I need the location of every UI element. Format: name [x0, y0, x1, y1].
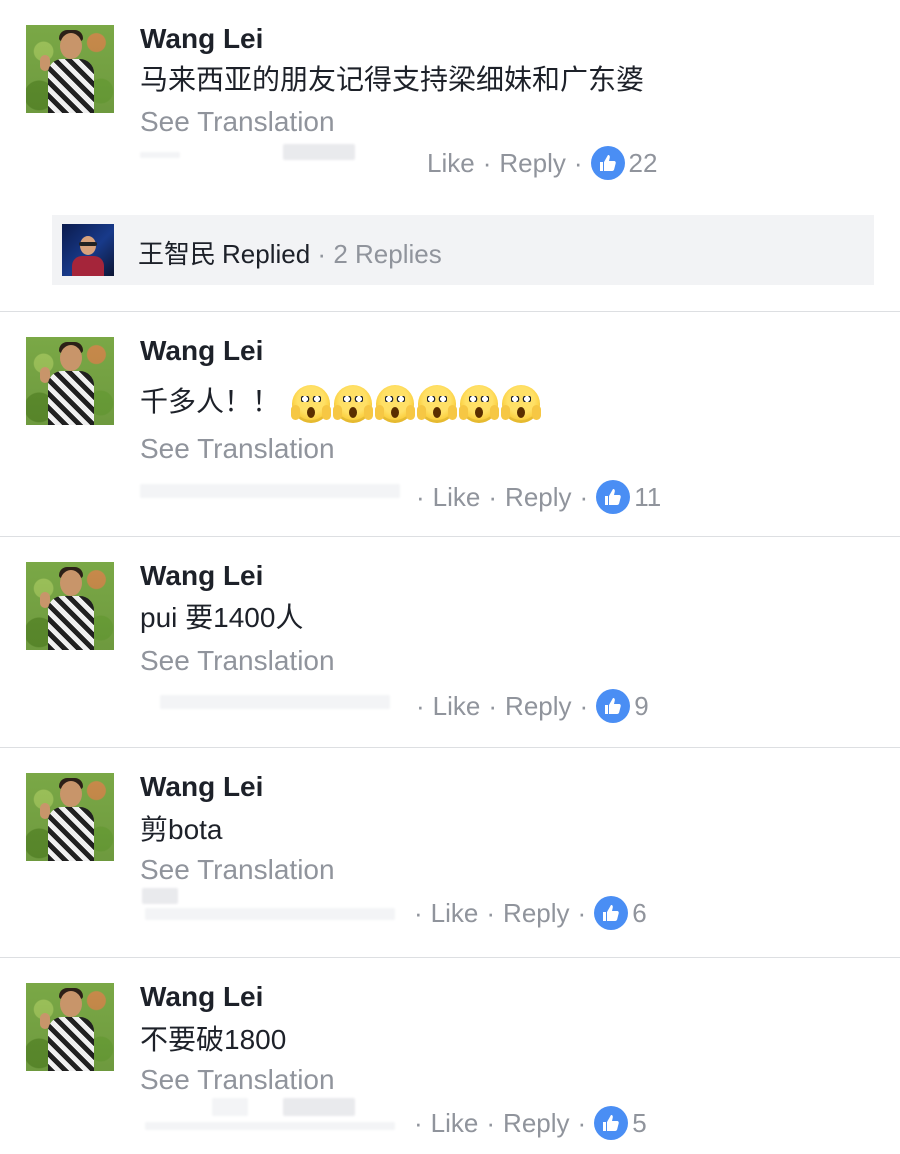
- comment-text: pui 要1400人: [140, 602, 304, 633]
- redacted-timestamp: [160, 695, 390, 709]
- divider: [0, 957, 900, 958]
- like-count[interactable]: 9: [634, 691, 648, 722]
- see-translation-link[interactable]: See Translation: [140, 106, 335, 138]
- separator: ·: [486, 897, 496, 928]
- separator: ·: [414, 897, 423, 928]
- thumbs-up-icon[interactable]: [596, 480, 631, 514]
- separator: ·: [317, 239, 327, 269]
- redacted-timestamp: [145, 908, 395, 920]
- separator: ·: [414, 1107, 423, 1138]
- face-screaming-in-fear-emoji: [332, 384, 373, 423]
- comment-text: 千多人！！: [140, 380, 541, 423]
- like-link[interactable]: Like: [431, 898, 479, 929]
- avatar[interactable]: [26, 25, 114, 113]
- face-screaming-in-fear-emoji: [374, 384, 415, 423]
- divider: [0, 747, 900, 748]
- reply-link[interactable]: Reply: [499, 148, 565, 179]
- separator: ·: [577, 897, 587, 928]
- like-count[interactable]: 5: [632, 1108, 646, 1139]
- face-screaming-in-fear-emoji: [416, 384, 457, 423]
- avatar[interactable]: [26, 562, 114, 650]
- separator: ·: [416, 690, 425, 721]
- reply-link[interactable]: Reply: [505, 691, 571, 722]
- reply-author[interactable]: 王智民: [138, 239, 216, 269]
- avatar[interactable]: [26, 983, 114, 1071]
- separator: ·: [577, 1107, 587, 1138]
- avatar[interactable]: [62, 224, 114, 276]
- like-link[interactable]: Like: [431, 1108, 479, 1139]
- thumbs-up-icon[interactable]: [594, 896, 629, 930]
- comment-author[interactable]: Wang Lei: [140, 560, 263, 592]
- like-count[interactable]: 11: [634, 482, 661, 513]
- comment-meta: · Like · Reply · 9: [0, 687, 900, 727]
- redacted-timestamp: [145, 1122, 395, 1130]
- face-screaming-in-fear-emoji: [458, 384, 499, 423]
- separator: ·: [416, 481, 425, 512]
- comment-meta: · Like · Reply · 6: [0, 888, 900, 934]
- like-link[interactable]: Like: [427, 148, 475, 179]
- reply-status: Replied: [222, 239, 311, 269]
- reply-link[interactable]: Reply: [505, 482, 571, 513]
- like-count[interactable]: 6: [632, 898, 646, 929]
- separator: ·: [579, 481, 589, 512]
- replies-preview[interactable]: 王智民 Replied · 2 Replies: [52, 215, 874, 285]
- reply-link[interactable]: Reply: [503, 898, 569, 929]
- comment-author[interactable]: Wang Lei: [140, 335, 263, 367]
- redacted-timestamp: [283, 1098, 355, 1116]
- comment-text: 马来西亚的朋友记得支持梁细妹和广东婆: [140, 64, 645, 95]
- thumbs-up-icon[interactable]: [596, 689, 631, 723]
- see-translation-link[interactable]: See Translation: [140, 645, 335, 677]
- comment-text: 剪bota: [140, 814, 223, 845]
- comment-meta: · Like · Reply · 5: [0, 1098, 900, 1144]
- emoji-group: [290, 384, 541, 423]
- separator: ·: [573, 147, 583, 178]
- redacted-timestamp: [140, 152, 180, 158]
- redacted-timestamp: [140, 484, 400, 498]
- thumbs-up-icon[interactable]: [594, 1106, 629, 1140]
- avatar[interactable]: [26, 773, 114, 861]
- avatar[interactable]: [26, 337, 114, 425]
- redacted-timestamp: [283, 144, 355, 160]
- thumbs-up-icon[interactable]: [590, 146, 625, 180]
- reply-link[interactable]: Reply: [503, 1108, 569, 1139]
- like-link[interactable]: Like: [433, 482, 481, 513]
- separator: ·: [488, 481, 498, 512]
- divider: [0, 536, 900, 537]
- like-count[interactable]: 22: [629, 148, 658, 179]
- comment-author[interactable]: Wang Lei: [140, 771, 263, 803]
- replies-count[interactable]: 2 Replies: [333, 239, 441, 269]
- redacted-timestamp: [212, 1098, 248, 1116]
- comment-author[interactable]: Wang Lei: [140, 981, 263, 1013]
- see-translation-link[interactable]: See Translation: [140, 1064, 335, 1096]
- comment-text: 不要破1800: [140, 1024, 287, 1055]
- divider: [0, 311, 900, 312]
- comment-meta: Like · Reply · 22: [0, 144, 900, 184]
- separator: ·: [488, 690, 498, 721]
- see-translation-link[interactable]: See Translation: [140, 854, 335, 886]
- comment-text-content: 千多人！！: [140, 386, 281, 417]
- redacted-timestamp: [142, 888, 178, 904]
- face-screaming-in-fear-emoji: [290, 384, 331, 423]
- see-translation-link[interactable]: See Translation: [140, 433, 335, 465]
- separator: ·: [482, 147, 492, 178]
- comment-author[interactable]: Wang Lei: [140, 23, 263, 55]
- like-link[interactable]: Like: [433, 691, 481, 722]
- face-screaming-in-fear-emoji: [500, 384, 541, 423]
- separator: ·: [579, 690, 589, 721]
- separator: ·: [486, 1107, 496, 1138]
- comment-meta: · Like · Reply · 11: [0, 478, 900, 518]
